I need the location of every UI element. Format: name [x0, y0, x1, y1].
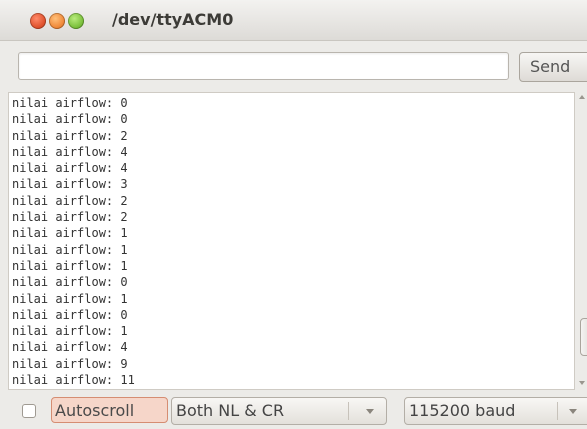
output-line: nilai airflow: 4 — [12, 144, 128, 159]
output-line: nilai airflow: 2 — [12, 210, 128, 225]
output-line: nilai airflow: 2 — [12, 193, 128, 208]
window-title: /dev/ttyACM0 — [112, 10, 234, 29]
output-lines: nilai airflow: 0 nilai airflow: 0 nilai ai… — [12, 95, 135, 388]
chevron-down-icon — [366, 409, 374, 414]
scrollbar-thumb[interactable] — [580, 318, 587, 356]
send-row: Send — [0, 48, 587, 86]
output-line: nilai airflow: 4 — [12, 340, 128, 355]
baud-rate-value: 115200 baud — [409, 401, 516, 420]
output-line: nilai airflow: 0 — [12, 112, 128, 127]
output-line: nilai airflow: 3 — [12, 177, 128, 192]
output-line: nilai airflow: 1 — [12, 242, 128, 257]
serial-monitor-window: /dev/ttyACM0 Send nilai airflow: 0 nilai … — [0, 0, 587, 429]
output-line: nilai airflow: 1 — [12, 258, 128, 273]
serial-output[interactable]: nilai airflow: 0 nilai airflow: 0 nilai ai… — [8, 92, 575, 390]
output-line: nilai airflow: 1 — [12, 324, 128, 339]
line-ending-value: Both NL & CR — [176, 401, 285, 420]
title-bar[interactable]: /dev/ttyACM0 — [0, 0, 587, 41]
send-button[interactable]: Send — [519, 52, 587, 82]
bottom-bar: Autoscroll Both NL & CR 115200 baud — [0, 392, 587, 429]
output-line: nilai airflow: 0 — [12, 96, 128, 110]
scroll-up-icon[interactable] — [579, 95, 585, 99]
autoscroll-label[interactable]: Autoscroll — [51, 397, 168, 423]
close-icon[interactable] — [30, 13, 46, 29]
chevron-down-icon — [569, 409, 577, 414]
output-line: nilai airflow: 0 — [12, 307, 128, 322]
minimize-icon[interactable] — [49, 13, 65, 29]
output-line: nilai airflow: 0 — [12, 275, 128, 290]
line-ending-select[interactable]: Both NL & CR — [171, 397, 387, 425]
output-line: nilai airflow: 4 — [12, 161, 128, 176]
baud-rate-divider — [557, 402, 558, 420]
output-line: nilai airflow: 11 — [12, 373, 135, 388]
baud-rate-select[interactable]: 115200 baud — [404, 397, 587, 425]
send-input[interactable] — [18, 52, 509, 80]
output-line: nilai airflow: 9 — [12, 356, 128, 371]
output-line: nilai airflow: 1 — [12, 226, 128, 241]
maximize-icon[interactable] — [68, 13, 84, 29]
line-ending-divider — [348, 402, 349, 420]
autoscroll-checkbox[interactable] — [22, 404, 36, 418]
output-line: nilai airflow: 2 — [12, 128, 128, 143]
output-line: nilai airflow: 1 — [12, 291, 128, 306]
scroll-down-icon[interactable] — [579, 381, 585, 385]
